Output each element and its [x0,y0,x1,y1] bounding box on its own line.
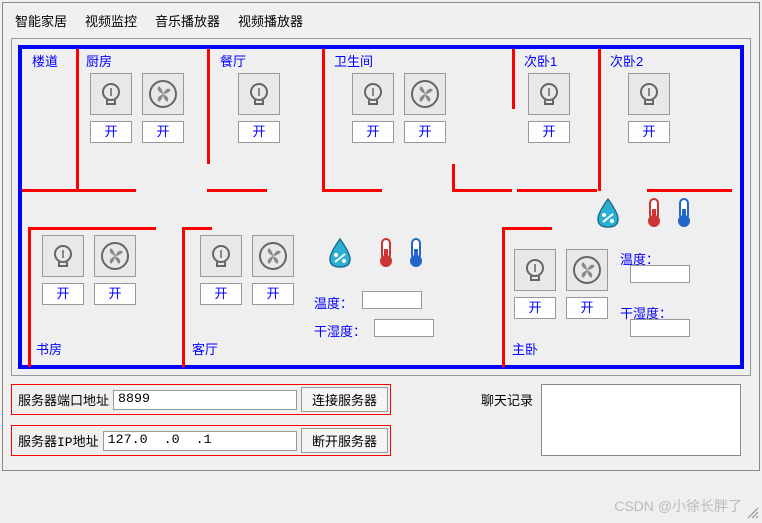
living-therm-hot-icon [370,235,398,278]
bedroom2a-light-icon[interactable] [528,73,570,115]
bathroom-fan-icon[interactable] [404,73,446,115]
server-port-input[interactable] [113,390,297,410]
server-port-row: 服务器端口地址 连接服务器 [11,384,391,415]
living-temp-input[interactable] [362,291,422,309]
watermark: CSDN @小徐长胖了 [614,496,742,516]
menu-video-monitor[interactable]: 视频监控 [85,11,137,30]
label-living: 客厅 [190,339,220,358]
bathroom-fan-button[interactable]: 开 [404,121,446,143]
label-bedroom2a: 次卧1 [522,51,559,70]
study-light-button[interactable]: 开 [42,283,84,305]
living-humid-label: 干湿度： [314,321,366,340]
server-ip-row: 服务器IP地址 断开服务器 [11,425,391,456]
floorplan: 楼道 厨房 餐厅 卫生间 次卧1 次卧2 开 开 开 开 开 开 开 开 开 书… [11,38,751,376]
living-fan-button[interactable]: 开 [252,283,294,305]
label-dining: 餐厅 [218,51,248,70]
master-therm-hot-icon [638,195,666,238]
study-light-icon[interactable] [42,235,84,277]
living-light-button[interactable]: 开 [200,283,242,305]
living-humid-input[interactable] [374,319,434,337]
study-fan-icon[interactable] [94,235,136,277]
bedroom2b-light-button[interactable]: 开 [628,121,670,143]
chat-log[interactable] [541,384,741,456]
kitchen-fan-button[interactable]: 开 [142,121,184,143]
menubar: 智能家居 视频监控 音乐播放器 视频播放器 [7,7,755,34]
label-master: 主卧 [510,339,540,358]
chat-label: 聊天记录 [481,390,533,409]
master-humidity-icon [592,195,632,238]
master-fan-icon[interactable] [566,249,608,291]
bedroom2b-light-icon[interactable] [628,73,670,115]
bathroom-light-icon[interactable] [352,73,394,115]
resize-handle[interactable] [746,506,760,520]
living-humidity-icon [324,235,364,278]
server-port-label: 服务器端口地址 [14,390,113,409]
master-light-button[interactable]: 开 [514,297,556,319]
label-kitchen: 厨房 [84,51,114,70]
master-light-icon[interactable] [514,249,556,291]
disconnect-button[interactable]: 断开服务器 [301,428,388,453]
menu-video-player[interactable]: 视频播放器 [238,11,303,30]
label-study: 书房 [34,339,64,358]
master-temp-input[interactable] [630,265,690,283]
kitchen-light-button[interactable]: 开 [90,121,132,143]
kitchen-light-icon[interactable] [90,73,132,115]
master-fan-button[interactable]: 开 [566,297,608,319]
study-fan-button[interactable]: 开 [94,283,136,305]
server-ip-input[interactable] [103,431,297,451]
label-bathroom: 卫生间 [332,51,375,70]
living-temp-label: 温度： [314,293,353,312]
menu-smarthome[interactable]: 智能家居 [15,11,67,30]
connect-button[interactable]: 连接服务器 [301,387,388,412]
master-therm-cold-icon [668,195,696,238]
bathroom-light-button[interactable]: 开 [352,121,394,143]
kitchen-fan-icon[interactable] [142,73,184,115]
server-ip-label: 服务器IP地址 [14,431,103,450]
master-humid-input[interactable] [630,319,690,337]
living-therm-cold-icon [400,235,428,278]
living-fan-icon[interactable] [252,235,294,277]
living-light-icon[interactable] [200,235,242,277]
label-bedroom2b: 次卧2 [608,51,645,70]
dining-light-button[interactable]: 开 [238,121,280,143]
dining-light-icon[interactable] [238,73,280,115]
label-corridor: 楼道 [30,51,60,70]
bedroom2a-light-button[interactable]: 开 [528,121,570,143]
menu-music-player[interactable]: 音乐播放器 [155,11,220,30]
